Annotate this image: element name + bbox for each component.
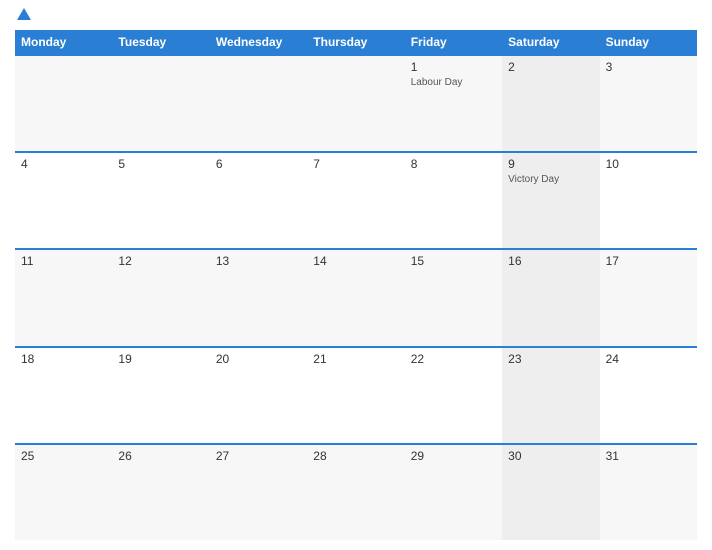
- calendar-week-4: 18 19 20 21 22 23 24: [15, 346, 697, 443]
- calendar-cell: 1 Labour Day: [405, 56, 502, 151]
- header-friday: Friday: [405, 30, 502, 54]
- calendar-cell: 20: [210, 348, 307, 443]
- day-number: 23: [508, 352, 593, 366]
- header-sunday: Sunday: [600, 30, 697, 54]
- calendar-cell: 22: [405, 348, 502, 443]
- header: [15, 10, 697, 22]
- calendar-body: 1 Labour Day 23 456789 Victory Day 10 11 12 13 14…: [15, 54, 697, 540]
- calendar-cell: 2: [502, 56, 599, 151]
- day-number: 15: [411, 254, 496, 268]
- header-saturday: Saturday: [502, 30, 599, 54]
- day-number: 5: [118, 157, 203, 171]
- header-tuesday: Tuesday: [112, 30, 209, 54]
- header-thursday: Thursday: [307, 30, 404, 54]
- calendar-cell: [210, 56, 307, 151]
- day-number: 8: [411, 157, 496, 171]
- day-number: 6: [216, 157, 301, 171]
- day-number: 18: [21, 352, 106, 366]
- calendar-cell: 19: [112, 348, 209, 443]
- day-number: 4: [21, 157, 106, 171]
- calendar-cell: 7: [307, 153, 404, 248]
- day-number: 11: [21, 254, 106, 268]
- day-number: 10: [606, 157, 691, 171]
- calendar-cell: 10: [600, 153, 697, 248]
- day-number: 12: [118, 254, 203, 268]
- calendar-cell: 14: [307, 250, 404, 345]
- calendar-cell: 5: [112, 153, 209, 248]
- day-number: 13: [216, 254, 301, 268]
- day-number: 9: [508, 157, 593, 171]
- calendar: Monday Tuesday Wednesday Thursday Friday…: [15, 30, 697, 540]
- calendar-cell: 12: [112, 250, 209, 345]
- calendar-cell: 8: [405, 153, 502, 248]
- calendar-cell: 4: [15, 153, 112, 248]
- calendar-week-2: 456789 Victory Day 10: [15, 151, 697, 248]
- calendar-cell: 28: [307, 445, 404, 540]
- calendar-cell: [15, 56, 112, 151]
- logo: [15, 10, 31, 22]
- holiday-label: Labour Day: [411, 77, 496, 88]
- calendar-cell: 3: [600, 56, 697, 151]
- calendar-cell: 30: [502, 445, 599, 540]
- calendar-cell: 6: [210, 153, 307, 248]
- day-number: 22: [411, 352, 496, 366]
- calendar-cell: 13: [210, 250, 307, 345]
- calendar-cell: [112, 56, 209, 151]
- logo-triangle-icon: [17, 8, 31, 20]
- page: Monday Tuesday Wednesday Thursday Friday…: [0, 0, 712, 550]
- day-number: 27: [216, 449, 301, 463]
- day-number: 14: [313, 254, 398, 268]
- day-number: 25: [21, 449, 106, 463]
- holiday-label: Victory Day: [508, 174, 593, 185]
- calendar-cell: 15: [405, 250, 502, 345]
- day-number: 3: [606, 60, 691, 74]
- calendar-cell: 23: [502, 348, 599, 443]
- calendar-cell: 24: [600, 348, 697, 443]
- calendar-cell: 26: [112, 445, 209, 540]
- calendar-cell: 29: [405, 445, 502, 540]
- calendar-week-5: 25 26 27 28 29 30 31: [15, 443, 697, 540]
- day-number: 28: [313, 449, 398, 463]
- calendar-cell: 16: [502, 250, 599, 345]
- day-number: 21: [313, 352, 398, 366]
- day-number: 30: [508, 449, 593, 463]
- calendar-cell: 27: [210, 445, 307, 540]
- day-number: 16: [508, 254, 593, 268]
- day-number: 17: [606, 254, 691, 268]
- calendar-cell: 21: [307, 348, 404, 443]
- calendar-week-1: 1 Labour Day 23: [15, 54, 697, 151]
- day-number: 20: [216, 352, 301, 366]
- calendar-cell: 18: [15, 348, 112, 443]
- day-number: 24: [606, 352, 691, 366]
- calendar-cell: 31: [600, 445, 697, 540]
- day-number: 26: [118, 449, 203, 463]
- calendar-week-3: 11 12 13 14 15 16 17: [15, 248, 697, 345]
- calendar-cell: 9 Victory Day: [502, 153, 599, 248]
- header-monday: Monday: [15, 30, 112, 54]
- day-number: 1: [411, 60, 496, 74]
- day-number: 7: [313, 157, 398, 171]
- calendar-cell: [307, 56, 404, 151]
- calendar-cell: 17: [600, 250, 697, 345]
- day-number: 2: [508, 60, 593, 74]
- header-wednesday: Wednesday: [210, 30, 307, 54]
- day-number: 29: [411, 449, 496, 463]
- calendar-cell: 25: [15, 445, 112, 540]
- day-number: 31: [606, 449, 691, 463]
- calendar-header: Monday Tuesday Wednesday Thursday Friday…: [15, 30, 697, 54]
- calendar-cell: 11: [15, 250, 112, 345]
- day-number: 19: [118, 352, 203, 366]
